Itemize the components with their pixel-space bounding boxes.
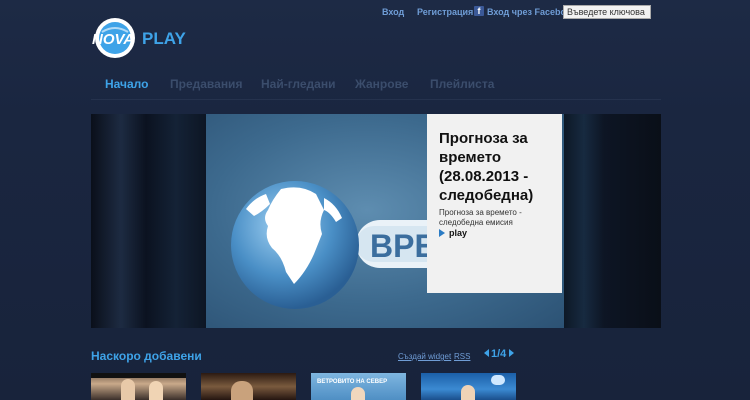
video-thumbnail[interactable] bbox=[91, 373, 186, 400]
featured-title[interactable]: Прогноза за времето (28.08.2013 - следоб… bbox=[439, 129, 559, 205]
rss-link[interactable]: RSS bbox=[454, 352, 470, 361]
next-page-icon[interactable] bbox=[509, 349, 515, 357]
video-thumbnail[interactable]: ВЕТРОВИТО НА СЕВЕР bbox=[311, 373, 406, 400]
nav-home[interactable]: Начало bbox=[105, 77, 148, 91]
nav-shows[interactable]: Предавания bbox=[170, 77, 242, 91]
carousel-next-slide[interactable] bbox=[564, 114, 661, 328]
play-label: play bbox=[449, 228, 468, 238]
create-widget-link[interactable]: Създай widget bbox=[398, 352, 451, 361]
thumbnail-caption: ВЕТРОВИТО НА СЕВЕР bbox=[317, 379, 388, 385]
logo-nova-text: NOVA bbox=[92, 31, 134, 48]
page-total: /4 bbox=[497, 348, 507, 360]
featured-carousel[interactable]: ВРЕМЕТО bbox=[91, 114, 661, 328]
nav-playlist[interactable]: Плейлиста bbox=[430, 77, 494, 91]
recent-section-title: Наскоро добавени bbox=[91, 349, 202, 363]
register-link[interactable]: Регистрация bbox=[417, 7, 473, 17]
prev-page-icon[interactable] bbox=[484, 349, 489, 357]
facebook-icon[interactable]: f bbox=[474, 6, 484, 16]
video-thumbnail[interactable] bbox=[421, 373, 516, 400]
logo-play-text: PLAY bbox=[142, 29, 186, 48]
nav-genres[interactable]: Жанрове bbox=[355, 77, 408, 91]
video-thumbnail[interactable] bbox=[201, 373, 296, 400]
play-button[interactable]: play bbox=[439, 228, 467, 238]
nav-most-watched[interactable]: Най-гледани bbox=[261, 77, 335, 91]
featured-description: Прогноза за времето - следобедна емисия bbox=[439, 208, 522, 227]
search-input[interactable] bbox=[563, 5, 651, 19]
pagination: 1/4 bbox=[484, 348, 515, 360]
featured-info-box: Прогноза за времето (28.08.2013 - следоб… bbox=[427, 114, 562, 293]
nav-divider bbox=[91, 99, 661, 100]
carousel-prev-slide[interactable] bbox=[91, 114, 206, 328]
login-link[interactable]: Вход bbox=[382, 7, 404, 17]
novaplay-logo[interactable]: NOVA PLAY bbox=[88, 12, 198, 60]
play-icon bbox=[439, 229, 445, 237]
